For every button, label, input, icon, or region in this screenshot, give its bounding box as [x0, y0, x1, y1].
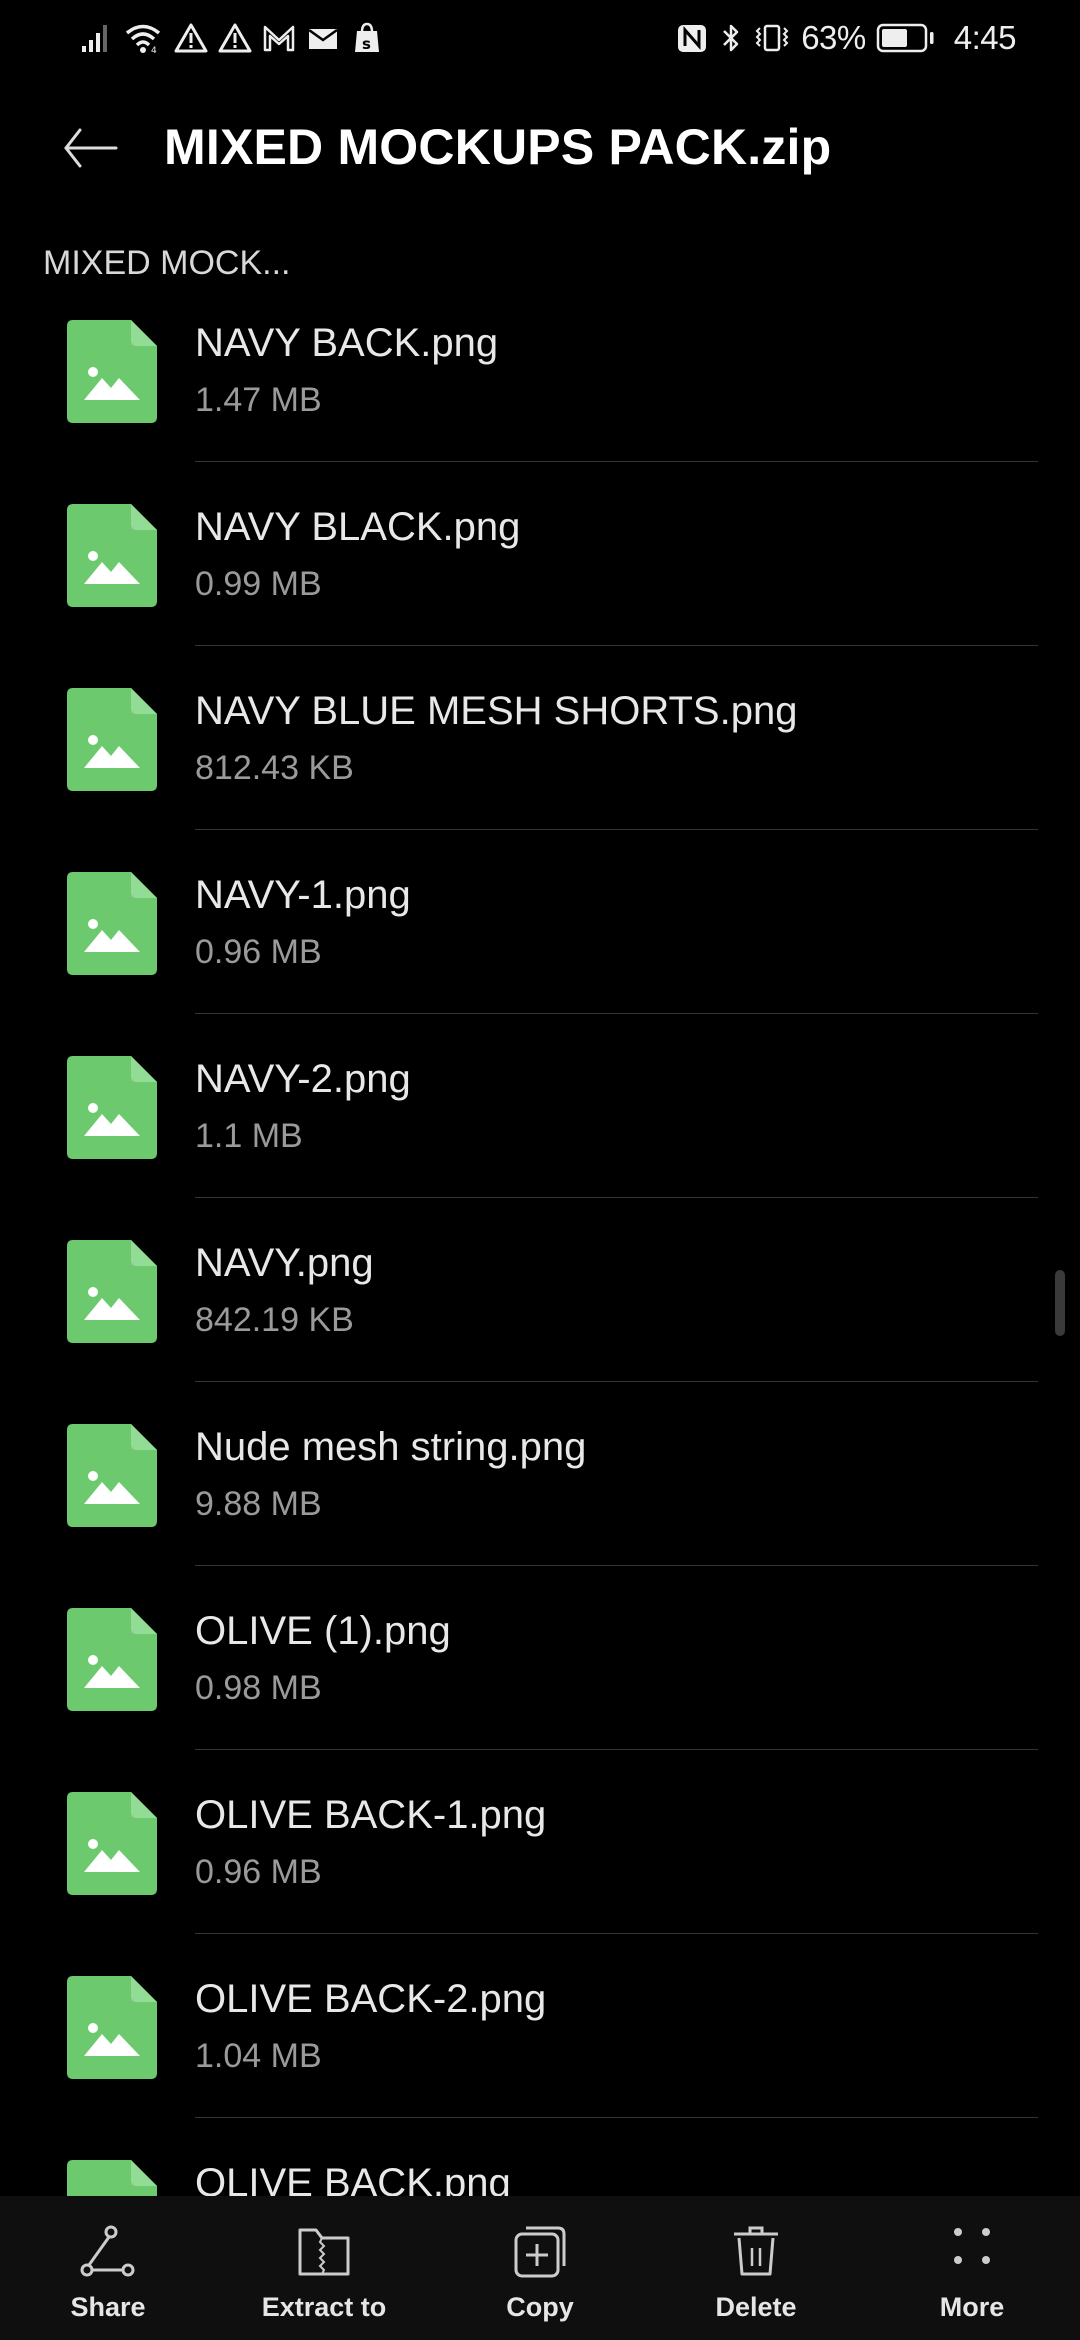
image-file-icon	[67, 1424, 157, 1527]
file-list-item[interactable]: NAVY BACK.png 1.47 MB	[0, 303, 1080, 487]
extract-to-button[interactable]: Extract to	[216, 2196, 432, 2340]
status-left: 4 s	[80, 20, 384, 56]
share-label: Share	[70, 2292, 146, 2322]
wifi-icon: 4	[125, 24, 161, 54]
divider	[195, 461, 1038, 462]
extract-to-label: Extract to	[261, 2292, 387, 2322]
divider	[195, 1749, 1038, 1750]
file-size: 1.47 MB	[195, 381, 322, 419]
delete-label: Delete	[715, 2292, 797, 2322]
extract-folder-icon	[298, 2228, 350, 2276]
svg-text:4: 4	[151, 46, 157, 54]
file-size: 1.1 MB	[195, 1117, 303, 1155]
file-name: NAVY-1.png	[195, 873, 411, 917]
image-file-icon	[67, 2160, 157, 2196]
file-name: NAVY-2.png	[195, 1057, 411, 1101]
file-size: 812.43 KB	[195, 749, 354, 787]
file-name: Nude mesh string.png	[195, 1425, 587, 1469]
file-name: OLIVE BACK.png	[195, 2161, 511, 2196]
file-name: NAVY BLACK.png	[195, 505, 521, 549]
image-file-icon	[67, 1976, 157, 2079]
page-title: MIXED MOCKUPS PACK.zip	[164, 119, 832, 175]
file-list-item[interactable]: NAVY-2.png 1.1 MB	[0, 1039, 1080, 1223]
signal-icon	[82, 25, 107, 52]
image-file-icon	[67, 320, 157, 423]
breadcrumb[interactable]: MIXED MOCK...	[43, 244, 290, 283]
file-list-item[interactable]: OLIVE BACK.png	[0, 2143, 1080, 2196]
alert-icon	[174, 23, 208, 53]
nfc-icon	[678, 25, 707, 52]
delete-button[interactable]: Delete	[648, 2196, 864, 2340]
alert-icon	[218, 23, 252, 53]
divider	[195, 1013, 1038, 1014]
file-size: 9.88 MB	[195, 1485, 322, 1523]
image-file-icon	[67, 1608, 157, 1711]
file-list-item[interactable]: NAVY-1.png 0.96 MB	[0, 855, 1080, 1039]
image-file-icon	[67, 1056, 157, 1159]
arrow-left-icon	[64, 128, 118, 168]
share-button[interactable]: Share	[0, 2196, 216, 2340]
copy-button[interactable]: Copy	[432, 2196, 648, 2340]
battery-icon	[876, 23, 934, 53]
file-list-item[interactable]: OLIVE BACK-1.png 0.96 MB	[0, 1775, 1080, 1959]
bottom-action-bar: Share Extract to Copy Delete More	[0, 2196, 1080, 2340]
copy-label: Copy	[506, 2292, 574, 2322]
image-file-icon	[67, 504, 157, 607]
file-list-item[interactable]: NAVY.png 842.19 KB	[0, 1223, 1080, 1407]
file-size: 1.04 MB	[195, 2037, 322, 2075]
file-name: NAVY BACK.png	[195, 321, 499, 365]
image-file-icon	[67, 1792, 157, 1895]
file-name: OLIVE (1).png	[195, 1609, 451, 1653]
file-size: 0.96 MB	[195, 933, 322, 971]
scrollbar[interactable]	[1055, 1270, 1065, 1336]
trash-icon	[734, 2226, 778, 2276]
divider	[195, 645, 1038, 646]
app-bar: MIXED MOCKUPS PACK.zip	[0, 100, 1080, 200]
status-bar: 4 s 63% 4:45	[0, 0, 1080, 76]
divider	[195, 1933, 1038, 1934]
file-size: 0.98 MB	[195, 1669, 322, 1707]
vibrate-icon	[755, 24, 789, 52]
more-dots-icon	[954, 2228, 990, 2264]
file-list-item[interactable]: NAVY BLACK.png 0.99 MB	[0, 487, 1080, 671]
file-list-item[interactable]: OLIVE BACK-2.png 1.04 MB	[0, 1959, 1080, 2143]
svg-text:s: s	[362, 35, 371, 53]
more-label: More	[939, 2292, 1005, 2322]
share-icon	[80, 2225, 135, 2277]
copy-icon	[514, 2226, 566, 2278]
image-file-icon	[67, 688, 157, 791]
file-size: 842.19 KB	[195, 1301, 354, 1339]
image-file-icon	[67, 872, 157, 975]
file-name: NAVY BLUE MESH SHORTS.png	[195, 689, 798, 733]
battery-percent: 63%	[801, 19, 866, 56]
divider	[195, 1565, 1038, 1566]
image-file-icon	[67, 1240, 157, 1343]
file-name: OLIVE BACK-1.png	[195, 1793, 547, 1837]
file-size: 0.96 MB	[195, 1853, 322, 1891]
file-list-item[interactable]: Nude mesh string.png 9.88 MB	[0, 1407, 1080, 1591]
divider	[195, 1381, 1038, 1382]
clock: 4:45	[953, 19, 1017, 56]
divider	[195, 2117, 1038, 2118]
gmail-icon	[263, 25, 295, 52]
more-button[interactable]: More	[864, 2196, 1080, 2340]
mail-icon	[308, 28, 338, 49]
back-button[interactable]	[56, 118, 126, 178]
status-right: 63% 4:45	[675, 19, 1017, 56]
divider	[195, 829, 1038, 830]
file-list: NAVY BACK.png 1.47 MB NAVY BLACK.png 0.9…	[0, 303, 1080, 2196]
file-list-item[interactable]: NAVY BLUE MESH SHORTS.png 812.43 KB	[0, 671, 1080, 855]
file-list-item[interactable]: OLIVE (1).png 0.98 MB	[0, 1591, 1080, 1775]
file-size: 0.99 MB	[195, 565, 322, 603]
bluetooth-icon	[723, 24, 739, 52]
divider	[195, 1197, 1038, 1198]
file-name: OLIVE BACK-2.png	[195, 1977, 547, 2021]
file-name: NAVY.png	[195, 1241, 374, 1285]
shopify-icon: s	[355, 22, 379, 53]
